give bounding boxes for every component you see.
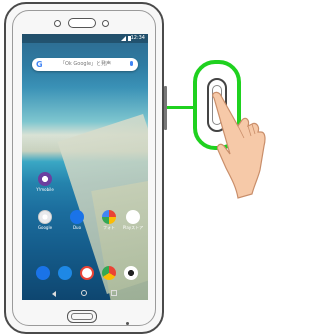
search-hint: 「Ok Google」と発声 <box>60 61 112 67</box>
home-screen: 12:34 G 「Ok Google」と発声 Y!mobile Google D… <box>22 34 148 300</box>
google-label: Google <box>37 225 53 230</box>
phone-app-icon[interactable] <box>36 266 50 280</box>
navigation-bar <box>22 287 148 300</box>
recent-apps-icon[interactable] <box>111 290 117 296</box>
back-icon[interactable] <box>52 291 56 297</box>
home-key-inner <box>71 313 93 320</box>
gmail-app-icon[interactable] <box>80 266 94 280</box>
earpiece-speaker <box>68 18 96 28</box>
mic-icon[interactable] <box>130 61 133 66</box>
google-search-bar[interactable]: G 「Ok Google」と発声 <box>32 58 138 71</box>
photos-app-icon[interactable] <box>102 210 116 224</box>
chrome-app-icon[interactable] <box>102 266 116 280</box>
status-bar: 12:34 <box>22 34 148 43</box>
camera-app-icon[interactable] <box>124 266 138 280</box>
ymobile-folder-icon[interactable] <box>38 172 52 186</box>
duo-app-icon[interactable] <box>70 210 84 224</box>
google-folder-icon[interactable] <box>38 210 52 224</box>
home-key[interactable] <box>67 310 97 323</box>
duo-label: Duo <box>72 225 82 230</box>
pressing-hand-icon <box>212 91 266 199</box>
status-time: 12:34 <box>130 35 145 41</box>
play-store-icon[interactable] <box>126 210 140 224</box>
callout-leader-line <box>167 106 194 109</box>
home-icon[interactable] <box>81 290 87 296</box>
signal-icon <box>121 36 126 41</box>
messages-app-icon[interactable] <box>58 266 72 280</box>
phone-body: 12:34 G 「Ok Google」と発声 Y!mobile Google D… <box>4 2 164 334</box>
google-g-icon: G <box>36 60 43 69</box>
front-camera-icon <box>54 20 61 27</box>
ymobile-label: Y!mobile <box>36 187 54 192</box>
mic-hole <box>126 322 129 325</box>
wallpaper-beach-lower <box>91 178 148 300</box>
sensor-icon <box>102 20 109 27</box>
play-store-label: Playストア <box>122 225 144 230</box>
